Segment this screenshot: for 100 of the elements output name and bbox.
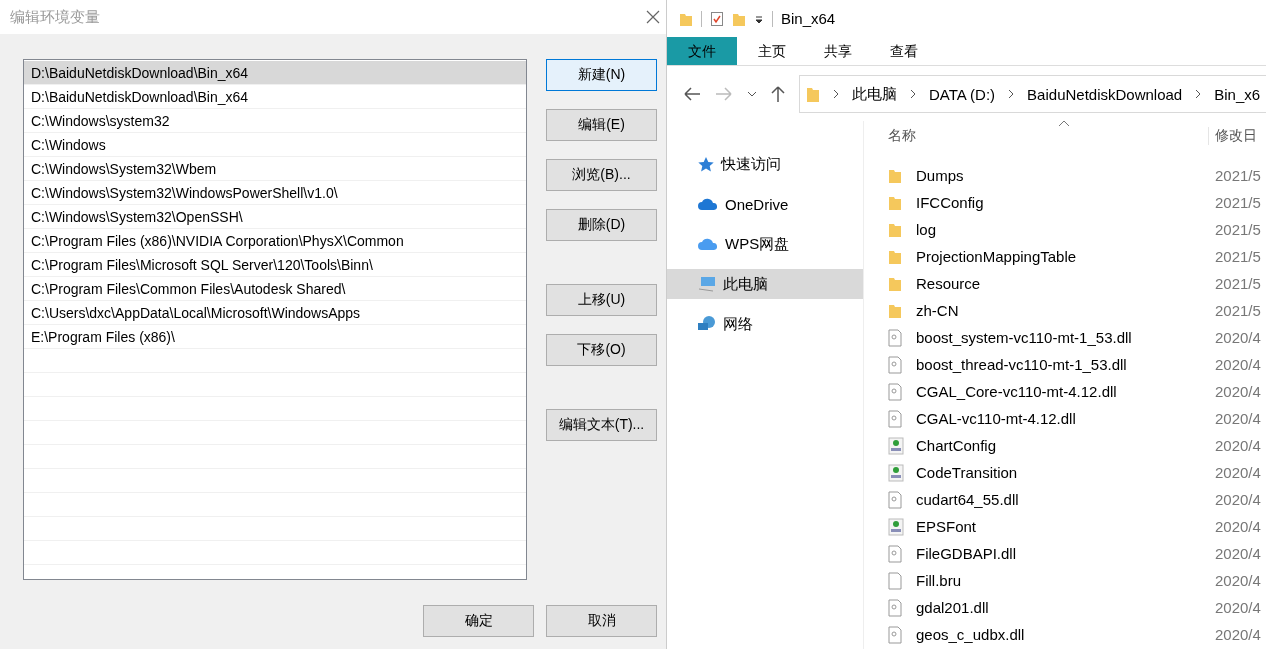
path-item[interactable]: C:\Program Files (x86)\NVIDIA Corporation\PhysX\Common xyxy=(24,229,526,253)
dialog-button[interactable]: 上移(U) xyxy=(546,284,657,316)
dll-file-icon xyxy=(888,355,902,374)
close-icon[interactable] xyxy=(646,10,660,24)
file-date: 2020/4 xyxy=(1215,572,1261,589)
chevron-right-icon xyxy=(909,89,917,99)
breadcrumb-item[interactable]: Bin_x6 xyxy=(1214,85,1261,103)
dialog-button[interactable]: 编辑文本(T)... xyxy=(546,409,657,441)
path-item[interactable]: C:\Windows\System32\OpenSSH\ xyxy=(24,205,526,229)
file-date: 2020/4 xyxy=(1215,329,1261,346)
dialog-button[interactable]: 下移(O) xyxy=(546,334,657,366)
folder-icon xyxy=(888,302,902,319)
file-name[interactable]: zh-CN xyxy=(916,302,1215,319)
ribbon-tab[interactable]: 主页 xyxy=(741,37,803,65)
dll-file-icon xyxy=(888,544,902,563)
file-date: 2020/4 xyxy=(1215,437,1261,454)
file-date: 2020/4 xyxy=(1215,626,1261,643)
nav-item[interactable]: OneDrive xyxy=(667,189,863,219)
file-name[interactable]: boost_thread-vc110-mt-1_53.dll xyxy=(916,356,1215,373)
window-title: 编辑环境变量 xyxy=(10,7,100,27)
folder-icon xyxy=(888,167,902,184)
file-date: 2021/5 xyxy=(1215,275,1261,292)
dll-file-icon xyxy=(888,625,902,644)
file-name[interactable]: cudart64_55.dll xyxy=(916,491,1215,508)
dialog-button[interactable]: 新建(N) xyxy=(546,59,657,91)
file-date: 2020/4 xyxy=(1215,383,1261,400)
config-file-icon xyxy=(888,463,904,482)
file-name[interactable]: ProjectionMappingTable xyxy=(916,248,1215,265)
file-name[interactable]: Fill.bru xyxy=(916,572,1215,589)
nav-item[interactable]: 此电脑 xyxy=(667,269,863,299)
cloud-icon xyxy=(697,197,719,211)
file-date: 2020/4 xyxy=(1215,356,1261,373)
path-item[interactable]: C:\Program Files\Microsoft SQL Server\120\Tools\Binn\ xyxy=(24,253,526,277)
breadcrumb-item[interactable]: 此电脑 xyxy=(852,84,897,104)
folder-icon xyxy=(806,85,820,103)
nav-item[interactable]: WPS网盘 xyxy=(667,229,863,259)
ribbon-tab[interactable]: 文件 xyxy=(667,37,737,65)
file-name[interactable]: CGAL_Core-vc110-mt-4.12.dll xyxy=(916,383,1215,400)
config-file-icon xyxy=(888,517,904,536)
dialog-button[interactable]: 删除(D) xyxy=(546,209,657,241)
file-name[interactable]: CGAL-vc110-mt-4.12.dll xyxy=(916,410,1215,427)
file-name[interactable]: CodeTransition xyxy=(916,464,1215,481)
breadcrumb-item[interactable]: BaiduNetdiskDownload xyxy=(1027,85,1183,103)
config-file-icon xyxy=(888,436,904,455)
chevron-right-icon xyxy=(1007,89,1016,99)
breadcrumb-item[interactable]: DATA (D:) xyxy=(929,85,996,103)
dll-file-icon xyxy=(888,598,902,617)
file-date: 2021/5 xyxy=(1215,302,1261,319)
path-item[interactable]: C:\Windows xyxy=(24,133,526,157)
dll-file-icon xyxy=(888,409,902,428)
file-name[interactable]: Dumps xyxy=(916,167,1215,184)
path-item[interactable]: C:\Windows\system32 xyxy=(24,109,526,133)
folder-icon xyxy=(888,221,902,238)
path-item[interactable]: D:\BaiduNetdiskDownload\Bin_x64 xyxy=(24,85,526,109)
dialog-button[interactable]: 确定 xyxy=(423,605,534,637)
chevron-icon[interactable] xyxy=(747,90,757,98)
file-name[interactable]: log xyxy=(916,221,1215,238)
file-date: 2020/4 xyxy=(1215,410,1261,427)
file-name[interactable]: ChartConfig xyxy=(916,437,1215,454)
column-header[interactable]: 名称 xyxy=(888,127,1208,145)
network-icon xyxy=(697,315,717,333)
file-date: 2021/5 xyxy=(1215,248,1261,265)
column-header[interactable]: 修改日 xyxy=(1208,127,1257,145)
file-name[interactable]: boost_system-vc110-mt-1_53.dll xyxy=(916,329,1215,346)
path-item[interactable]: C:\Windows\System32\Wbem xyxy=(24,157,526,181)
file-name[interactable]: IFCConfig xyxy=(916,194,1215,211)
ribbon-tab[interactable]: 查看 xyxy=(873,37,935,65)
path-item[interactable]: C:\Program Files\Common Files\Autodesk Shared\ xyxy=(24,277,526,301)
star-icon xyxy=(697,156,715,172)
path-item[interactable]: D:\BaiduNetdiskDownload\Bin_x64 xyxy=(24,61,526,85)
file-date: 2020/4 xyxy=(1215,464,1261,481)
checklist-icon[interactable] xyxy=(710,10,724,27)
file-name[interactable]: FileGDBAPI.dll xyxy=(916,545,1215,562)
path-item[interactable]: C:\Windows\System32\WindowsPowerShell\v1.0\ xyxy=(24,181,526,205)
folder-icon xyxy=(888,248,902,265)
dialog-button[interactable]: 浏览(B)... xyxy=(546,159,657,191)
dialog-button[interactable]: 编辑(E) xyxy=(546,109,657,141)
dropdown-icon[interactable] xyxy=(754,13,764,24)
ribbon-tab[interactable]: 共享 xyxy=(807,37,869,65)
chevron-right-icon xyxy=(1194,89,1203,99)
file-date: 2020/4 xyxy=(1215,518,1261,535)
folder-icon xyxy=(888,194,902,211)
file-name[interactable]: EPSFont xyxy=(916,518,1215,535)
dll-file-icon xyxy=(888,328,902,347)
dialog-button[interactable]: 取消 xyxy=(546,605,657,637)
sort-caret-icon xyxy=(1058,120,1070,127)
file-name[interactable]: geos_c_udbx.dll xyxy=(916,626,1215,643)
file-name[interactable]: Resource xyxy=(916,275,1215,292)
file-name[interactable]: gdal201.dll xyxy=(916,599,1215,616)
path-item[interactable]: C:\Users\dxc\AppData\Local\Microsoft\WindowsApps xyxy=(24,301,526,325)
file-date: 2020/4 xyxy=(1215,491,1261,508)
back-icon[interactable] xyxy=(683,87,701,101)
nav-item[interactable]: 网络 xyxy=(667,309,863,339)
up-icon[interactable] xyxy=(771,85,785,103)
folder-icon xyxy=(888,275,902,292)
address-bar[interactable]: 此电脑 DATA (D:) BaiduNetdiskDownload Bin_x6 xyxy=(799,75,1266,113)
path-item[interactable]: E:\Program Files (x86)\ xyxy=(24,325,526,349)
file-date: 2021/5 xyxy=(1215,221,1261,238)
nav-item[interactable]: 快速访问 xyxy=(667,149,863,179)
file-icon xyxy=(888,571,902,590)
